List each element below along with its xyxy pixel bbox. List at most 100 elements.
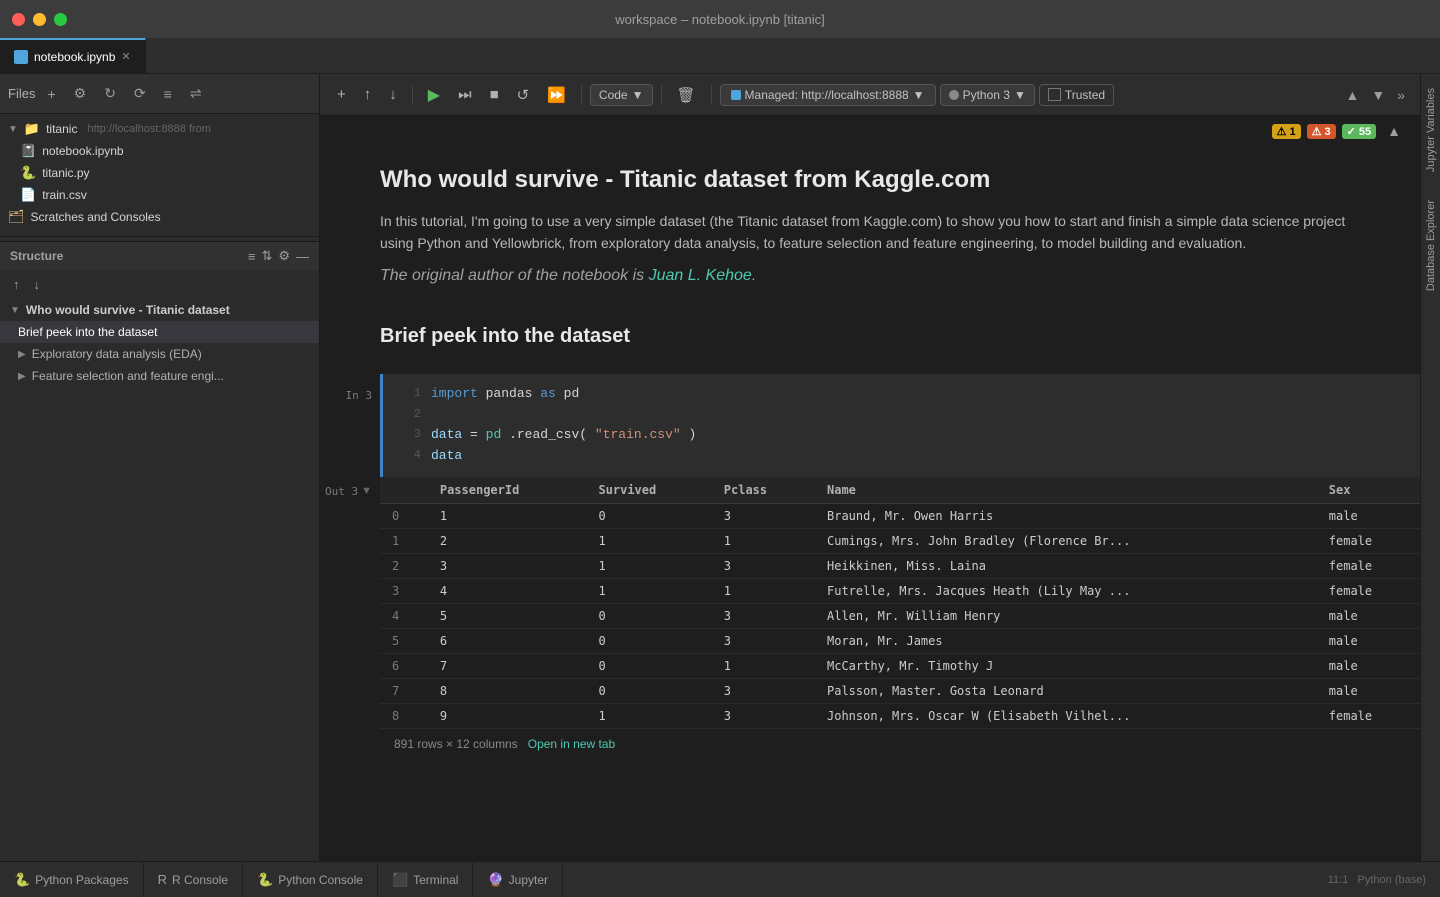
notebook-title: Who would survive - Titanic dataset from… (380, 166, 1380, 194)
file-python[interactable]: 🐍 titanic.py (0, 162, 319, 184)
move-down-button[interactable]: ↓ (382, 81, 404, 108)
line-code-3: data = pd .read_csv( "train.csv" ) (431, 425, 696, 446)
trusted-checkbox[interactable] (1048, 88, 1061, 101)
notif-expand-button[interactable]: ▲ (1382, 120, 1406, 142)
jupyter-label: Jupyter (509, 873, 548, 887)
sync-button[interactable]: ⟳ (128, 81, 152, 106)
cell-type-dropdown[interactable]: Code ▼ (590, 84, 653, 106)
notebook-file-icon: 📓 (20, 143, 36, 159)
move-up-button[interactable]: ↑ (357, 81, 379, 108)
close-button[interactable] (12, 13, 25, 26)
expand-button[interactable]: ⇌ (184, 81, 208, 106)
row-cell: 3 (712, 553, 815, 578)
scroll-up-button[interactable]: ▲ (1340, 84, 1364, 106)
structure-filter-icon[interactable]: ⇅ (261, 248, 272, 264)
right-tab-jupyter[interactable]: Jupyter Variables (1421, 74, 1440, 186)
jupyter-icon: 🔮 (487, 872, 503, 888)
folder-icon: 📁 (24, 121, 40, 137)
bottom-tabs: 🐍 Python Packages R R Console 🐍 Python C… (0, 861, 1440, 897)
folder-label: titanic (46, 122, 77, 136)
notebook-author-line: The original author of the notebook is J… (380, 267, 1380, 285)
struct-nav-up-icon[interactable]: ↑ (8, 274, 25, 295)
tab-python-console[interactable]: 🐍 Python Console (243, 862, 378, 897)
notebook-icon (14, 50, 28, 64)
ok-badge[interactable]: ✓ 55 (1342, 124, 1377, 139)
python-file-icon: 🐍 (20, 165, 36, 181)
scratches-folder-icon: 🗂 (8, 209, 25, 225)
collapse-button[interactable]: ≡ (158, 82, 178, 106)
file-csv[interactable]: 📄 train.csv (0, 184, 319, 206)
cell-gutter-3: In 3 (320, 374, 380, 477)
tab-close-icon[interactable]: ✕ (121, 50, 130, 63)
settings-button[interactable]: ⚙ (68, 81, 93, 106)
kernel-selector[interactable]: Python 3 ▼ (940, 84, 1035, 106)
add-cell-button[interactable]: + (330, 81, 353, 108)
structure-nav: ↑ ↓ (0, 270, 319, 299)
restart-run-button[interactable]: ⏩ (540, 81, 573, 109)
trusted-button[interactable]: Trusted (1039, 84, 1114, 106)
refresh-button[interactable]: ↻ (98, 81, 122, 106)
file-scratches[interactable]: 🗂 Scratches and Consoles (0, 206, 319, 228)
restart-button[interactable]: ↺ (510, 81, 537, 109)
delete-button[interactable]: 🗑 (670, 81, 703, 109)
r-console-label: R Console (172, 873, 228, 887)
scroll-down-button[interactable]: ▼ (1366, 84, 1390, 106)
struct-item-h2-feature[interactable]: ▶ Feature selection and feature engi... (0, 365, 319, 387)
tab-python-packages[interactable]: 🐍 Python Packages (0, 862, 144, 897)
col-survived: Survived (586, 477, 711, 504)
maximize-button[interactable] (54, 13, 67, 26)
warning-badge-1[interactable]: ⚠ 1 (1272, 124, 1301, 139)
author-link[interactable]: Juan L. Kehoe (649, 267, 752, 284)
table-row: 1211Cumings, Mrs. John Bradley (Florence… (380, 528, 1420, 553)
struct-nav-down-icon[interactable]: ↓ (29, 274, 46, 295)
structure-collapse-icon[interactable]: — (296, 248, 309, 264)
toolbar-separator-3 (661, 85, 662, 105)
notebook-filename: notebook.ipynb (42, 144, 123, 158)
more-options-button[interactable]: » (1392, 84, 1410, 106)
struct-item-h1[interactable]: ▼ Who would survive - Titanic dataset (0, 299, 319, 321)
run-all-button[interactable]: ⏭ (451, 81, 479, 108)
row-cell: 0 (586, 653, 711, 678)
cell-label-3: In 3 (346, 389, 373, 402)
warning-badge-2[interactable]: ⚠ 3 (1307, 124, 1336, 139)
row-cell: 1 (586, 703, 711, 728)
structure-header: Structure ≡ ⇅ ⚙ — (0, 242, 319, 270)
row-cell: 3 (712, 603, 815, 628)
file-tree-root[interactable]: ▼ 📁 titanic http://localhost:8888 from (0, 118, 319, 140)
right-tab-db[interactable]: Database Explorer (1421, 186, 1440, 305)
tab-bar: notebook.ipynb ✕ (0, 38, 1440, 74)
minimize-button[interactable] (33, 13, 46, 26)
table-row: 6701McCarthy, Mr. Timothy Jmale (380, 653, 1420, 678)
tab-r-console[interactable]: R R Console (144, 862, 243, 897)
structure-settings-icon[interactable]: ⚙ (278, 248, 290, 264)
cell-body-3[interactable]: 1 import pandas as pd 2 3 (380, 374, 1420, 477)
tab-jupyter[interactable]: 🔮 Jupyter (473, 862, 563, 897)
row-cell: 4 (428, 578, 587, 603)
tab-terminal[interactable]: ⬛ Terminal (378, 862, 474, 897)
row-cell: 7 (428, 653, 587, 678)
row-cell: 2 (428, 528, 587, 553)
open-new-tab-link[interactable]: Open in new tab (528, 737, 615, 751)
row-cell: Palsson, Master. Gosta Leonard (815, 678, 1317, 703)
tab-notebook[interactable]: notebook.ipynb ✕ (0, 38, 146, 73)
row-cell: 1 (586, 528, 711, 553)
structure-sort-icon[interactable]: ≡ (248, 248, 256, 264)
notebook-content[interactable]: Who would survive - Titanic dataset from… (320, 146, 1420, 861)
output-chevron-icon[interactable]: ▼ (361, 485, 372, 497)
window-controls[interactable] (12, 13, 67, 26)
python-packages-label: Python Packages (35, 873, 128, 887)
line-code-1: import pandas as pd (431, 384, 579, 405)
stop-button[interactable]: ■ (483, 81, 506, 108)
kernel-status-icon (949, 90, 959, 100)
toolbar-arrows: ▲ ▼ » (1340, 84, 1410, 106)
struct-item-h2-eda[interactable]: ▶ Exploratory data analysis (EDA) (0, 343, 319, 365)
output-label-3: Out 3 (325, 485, 358, 498)
run-button[interactable]: ▶ (421, 80, 447, 110)
row-cell: female (1317, 578, 1420, 603)
struct-item-h2-brief[interactable]: Brief peek into the dataset (0, 321, 319, 343)
row-cell: female (1317, 553, 1420, 578)
add-file-button[interactable]: + (41, 82, 61, 106)
trusted-label: Trusted (1065, 88, 1105, 102)
python-console-label: Python Console (278, 873, 363, 887)
file-notebook[interactable]: 📓 notebook.ipynb (0, 140, 319, 162)
